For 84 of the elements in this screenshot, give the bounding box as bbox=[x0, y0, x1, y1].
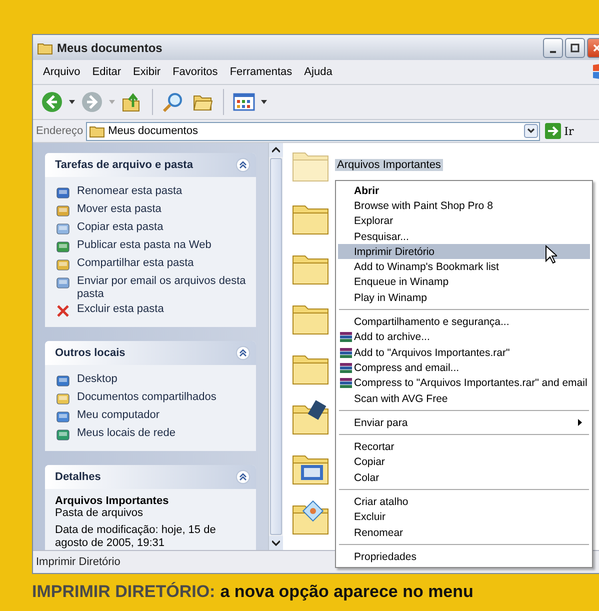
task-icon bbox=[55, 409, 71, 425]
panel-title: Detalhes bbox=[55, 471, 101, 483]
context-menu-item[interactable]: Browse with Paint Shop Pro 8 bbox=[338, 198, 590, 214]
menu-item[interactable]: Ferramentas bbox=[224, 66, 298, 78]
task-icon bbox=[55, 203, 71, 219]
collapse-icon[interactable] bbox=[236, 470, 250, 484]
address-label: Endereço bbox=[36, 125, 84, 137]
task-link[interactable]: Excluir esta pasta bbox=[77, 303, 164, 316]
address-field[interactable]: Meus documentos bbox=[86, 122, 540, 140]
menu-item[interactable]: Favoritos bbox=[166, 66, 224, 78]
task-icon bbox=[55, 373, 71, 389]
context-menu-item[interactable]: Copiar bbox=[338, 454, 590, 470]
archive-icon bbox=[340, 346, 352, 359]
menu-item[interactable]: Arquivo bbox=[37, 66, 86, 78]
context-menu-item[interactable]: Propriedades bbox=[338, 549, 590, 565]
menu-item[interactable]: Ajuda bbox=[298, 66, 338, 78]
collapse-icon[interactable] bbox=[236, 158, 250, 172]
context-menu-item[interactable]: Imprimir Diretório bbox=[338, 244, 590, 260]
context-menu-item[interactable]: Colar bbox=[338, 470, 590, 486]
task-link[interactable]: Compartilhar esta pasta bbox=[77, 257, 194, 270]
task-icon bbox=[55, 391, 71, 407]
task-icon bbox=[55, 427, 71, 443]
context-menu-item[interactable]: Compress and email... bbox=[338, 360, 590, 376]
context-menu-item[interactable]: Play in Winamp bbox=[338, 290, 590, 306]
context-menu-item[interactable]: Add to Winamp's Bookmark list bbox=[338, 259, 590, 275]
caption-label: IMPRIMIR DIRETÓRIO: bbox=[32, 582, 216, 602]
submenu-arrow-icon bbox=[578, 419, 582, 426]
task-link[interactable]: Renomear esta pasta bbox=[77, 185, 182, 198]
task-icon bbox=[55, 257, 71, 273]
context-menu-item[interactable]: Enviar para bbox=[338, 415, 590, 430]
task-link[interactable]: Meu computador bbox=[77, 409, 160, 422]
panel-title: Tarefas de arquivo e pasta bbox=[55, 159, 193, 171]
task-icon bbox=[55, 239, 71, 255]
task-icon bbox=[55, 221, 71, 237]
x-icon bbox=[55, 303, 71, 319]
minimize-button[interactable] bbox=[543, 38, 563, 58]
context-menu-item[interactable]: Abrir bbox=[338, 183, 590, 198]
context-menu-item[interactable]: Criar atalho bbox=[338, 494, 590, 510]
task-link[interactable]: Mover esta pasta bbox=[77, 203, 162, 216]
detail-name: Arquivos Importantes bbox=[55, 495, 170, 507]
maximize-button[interactable] bbox=[565, 38, 585, 58]
detail-modified: Data de modificação: hoje, 15 de agosto de 2005, 19:31 bbox=[55, 524, 217, 550]
menu-item[interactable]: Exibir bbox=[127, 66, 167, 78]
maximize-icon bbox=[570, 42, 580, 52]
task-link[interactable]: Copiar esta pasta bbox=[77, 221, 164, 234]
detail-type: Pasta de arquivos bbox=[55, 507, 144, 520]
context-menu-item[interactable]: Scan with AVG Free bbox=[338, 390, 590, 406]
task-link[interactable]: Desktop bbox=[77, 373, 118, 386]
minimize-icon bbox=[550, 50, 556, 52]
context-menu-item[interactable]: Pesquisar... bbox=[338, 228, 590, 244]
mouse-pointer-icon bbox=[545, 245, 557, 264]
collapse-icon[interactable] bbox=[236, 346, 250, 360]
task-link[interactable]: Meus locais de rede bbox=[77, 427, 176, 440]
close-icon bbox=[592, 42, 599, 52]
task-icon bbox=[55, 275, 71, 291]
folder-icon[interactable] bbox=[291, 400, 331, 436]
context-menu-item[interactable]: Excluir bbox=[338, 510, 590, 525]
context-menu-item[interactable]: Enqueue in Winamp bbox=[338, 274, 590, 290]
task-link[interactable]: Documentos compartilhados bbox=[77, 391, 216, 404]
context-menu-item[interactable]: Compress to "Arquivos Importantes.rar" and email bbox=[338, 376, 590, 391]
task-link[interactable]: Enviar por email os arquivos desta pasta bbox=[77, 275, 246, 301]
task-link[interactable]: Publicar esta pasta na Web bbox=[77, 239, 212, 252]
folder-icon[interactable] bbox=[291, 500, 331, 536]
menu-item[interactable]: Editar bbox=[86, 66, 128, 78]
folder-label[interactable]: Arquivos Importantes bbox=[335, 159, 443, 171]
scrollbar[interactable] bbox=[268, 143, 283, 550]
context-menu-item[interactable]: Recortar bbox=[338, 439, 590, 455]
task-icon bbox=[55, 185, 71, 201]
scroll-up-icon[interactable] bbox=[272, 147, 280, 153]
archive-icon bbox=[340, 362, 352, 374]
caret-icon[interactable] bbox=[261, 100, 267, 104]
caption-text: a nova opção aparece no menu bbox=[220, 582, 474, 602]
status-text: Imprimir Diretório bbox=[36, 556, 120, 568]
context-menu-item[interactable]: Compartilhamento e segurança... bbox=[338, 314, 590, 330]
caret-icon[interactable] bbox=[69, 100, 75, 104]
context-menu-item[interactable]: Explorar bbox=[338, 214, 590, 229]
archive-icon bbox=[340, 377, 352, 390]
context-menu-item[interactable]: Add to "Arquivos Importantes.rar" bbox=[338, 344, 590, 360]
panel-title: Outros locais bbox=[55, 347, 126, 359]
archive-icon bbox=[340, 331, 352, 344]
scroll-down-icon[interactable] bbox=[272, 540, 280, 546]
context-menu-item[interactable]: Renomear bbox=[338, 524, 590, 540]
window-title: Meus documentos bbox=[57, 40, 162, 54]
context-menu-item[interactable]: Add to archive... bbox=[338, 330, 590, 345]
